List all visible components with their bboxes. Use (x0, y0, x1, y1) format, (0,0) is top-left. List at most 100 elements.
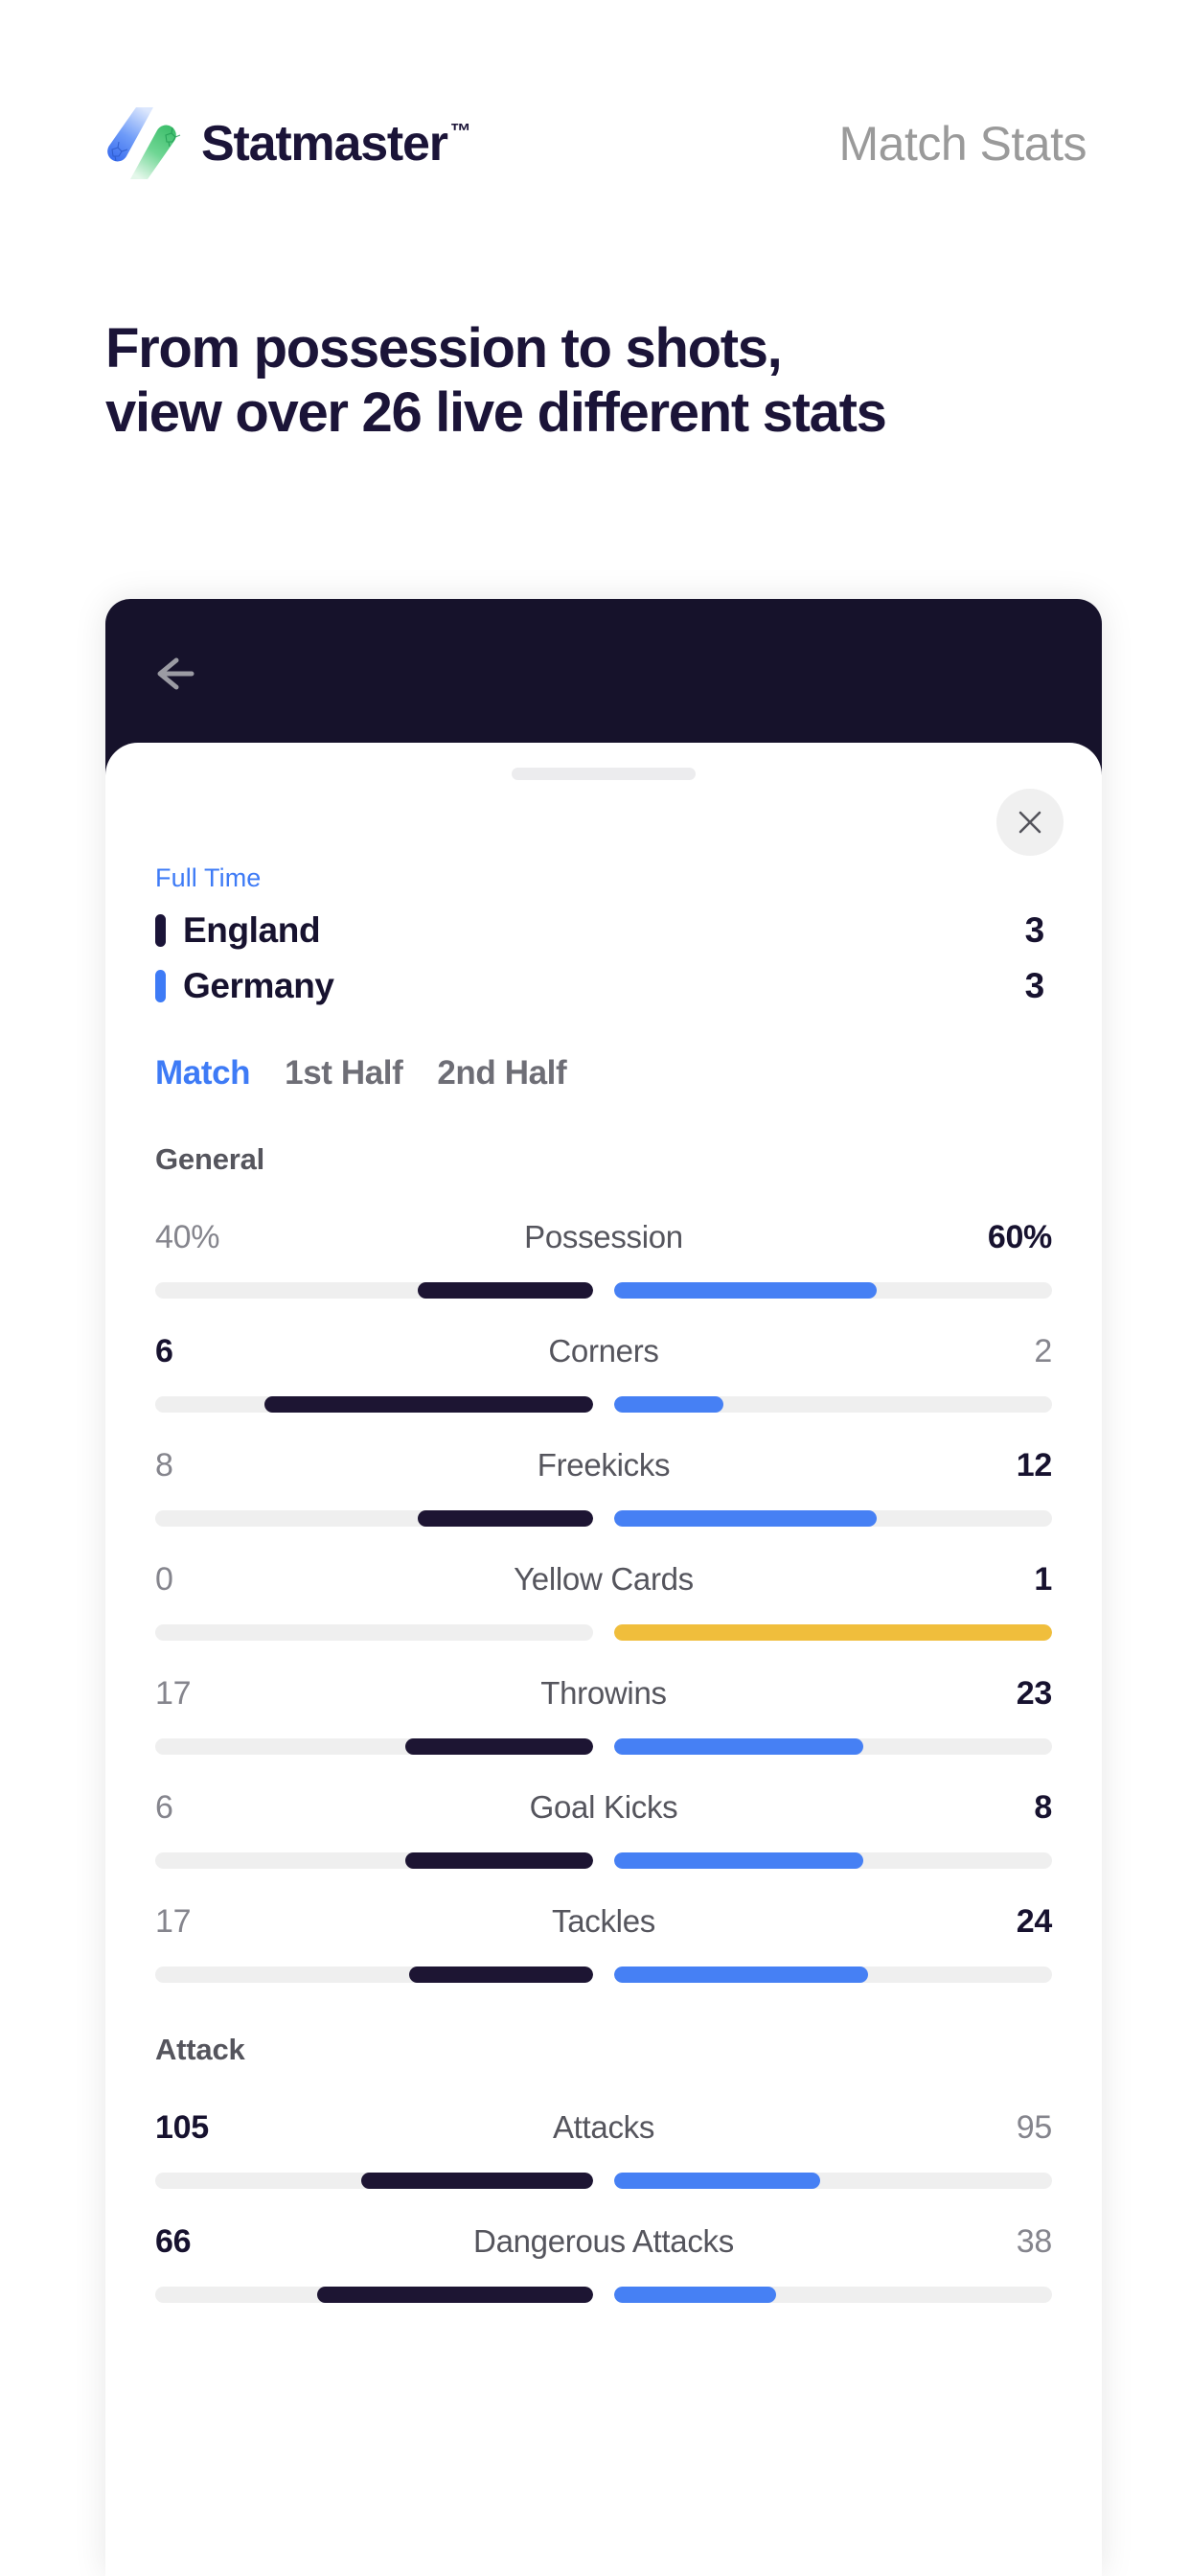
away-bar-track (614, 1396, 1052, 1413)
home-bar-track (155, 1510, 593, 1527)
group-title-attack: Attack (155, 2033, 245, 2066)
stat-away-value: 2 (1034, 1333, 1052, 1369)
stat-label: Corners (548, 1333, 659, 1368)
stat-bars (155, 1738, 1052, 1755)
stat-label: Tackles (552, 1903, 655, 1939)
stat-row: 17 Throwins 23 (155, 1641, 1052, 1755)
stat-away-value: 1 (1034, 1561, 1052, 1598)
top-bar: Statmaster ™ Match Stats (0, 0, 1190, 288)
stat-home-value: 17 (155, 1675, 192, 1712)
trademark-symbol: ™ (449, 119, 471, 143)
stat-header: 6 Goal Kicks 8 (155, 1789, 1052, 1827)
stat-row: 6 Goal Kicks 8 (155, 1755, 1052, 1869)
stat-row: 6 Corners 2 (155, 1299, 1052, 1413)
home-bar-track (155, 1396, 593, 1413)
sheet-drag-handle[interactable] (512, 768, 696, 780)
away-team-color-chip (155, 970, 166, 1002)
stat-away-value: 23 (1016, 1675, 1053, 1712)
match-status: Full Time (155, 863, 262, 892)
stat-header: 17 Tackles 24 (155, 1903, 1052, 1941)
away-bar-fill (614, 1624, 1052, 1641)
stat-bars (155, 1396, 1052, 1413)
headline-line-1: From possession to shots, (105, 317, 783, 380)
sheet-content: Full Time England 3 Germany 3 Match1st (105, 863, 1102, 2303)
stat-home-value: 8 (155, 1447, 173, 1484)
tab-2nd-half[interactable]: 2nd Half (437, 1054, 566, 1092)
stat-header: 6 Corners 2 (155, 1333, 1052, 1370)
group-title-general: General (155, 1142, 265, 1176)
back-button[interactable] (153, 653, 207, 695)
stat-row: 66 Dangerous Attacks 38 (155, 2189, 1052, 2303)
away-bar-fill (614, 1510, 878, 1527)
close-icon (1018, 811, 1041, 834)
stat-row: 8 Freekicks 12 (155, 1413, 1052, 1527)
team-row-home: England 3 (155, 903, 1052, 958)
away-bar-fill (614, 1396, 724, 1413)
home-bar-fill (317, 2287, 593, 2303)
stat-row: 40% Possession 60% (155, 1184, 1052, 1299)
away-bar-track (614, 1510, 1052, 1527)
close-sheet-button[interactable] (996, 789, 1064, 856)
stat-home-value: 40% (155, 1219, 220, 1255)
headline-line-2: view over 26 live different stats (105, 381, 887, 445)
stat-label: Yellow Cards (514, 1561, 694, 1597)
statmaster-logo-icon (102, 106, 182, 181)
stat-groups: General 40% Possession 60% 6 Corners 2 8 Freekic… (155, 1142, 1052, 2303)
stat-row: 105 Attacks 95 (155, 2075, 1052, 2189)
home-bar-fill (418, 1510, 593, 1527)
away-bar-fill (614, 1852, 864, 1869)
app-nav-bar (105, 599, 1102, 748)
brand-lockup[interactable]: Statmaster ™ (102, 106, 471, 181)
stat-home-value: 66 (155, 2223, 192, 2260)
stat-home-value: 17 (155, 1903, 192, 1940)
away-team-score: 3 (1024, 966, 1045, 1005)
stat-away-value: 24 (1016, 1903, 1053, 1940)
away-bar-track (614, 1624, 1052, 1641)
away-bar-track (614, 2173, 1052, 2189)
away-bar-fill (614, 1738, 864, 1755)
stat-label: Throwins (540, 1675, 667, 1711)
phone-mockup: Full Time England 3 Germany 3 Match1st (105, 599, 1102, 2576)
home-team-score: 3 (1024, 910, 1045, 950)
away-bar-track (614, 2287, 1052, 2303)
stat-label: Possession (524, 1219, 683, 1254)
home-bar-track (155, 1624, 593, 1641)
page-label: Match Stats (838, 117, 1087, 171)
stat-label: Dangerous Attacks (473, 2223, 734, 2259)
stat-label: Goal Kicks (529, 1789, 678, 1825)
stat-away-value: 8 (1034, 1789, 1052, 1826)
team-row-away: Germany 3 (155, 958, 1052, 1014)
away-bar-fill (614, 1966, 869, 1983)
stat-row: 0 Yellow Cards 1 (155, 1527, 1052, 1641)
stat-header: 105 Attacks 95 (155, 2109, 1052, 2147)
period-tabs: Match 1st Half 2nd Half (155, 1054, 1052, 1092)
home-bar-track (155, 1852, 593, 1869)
stat-bars (155, 2173, 1052, 2189)
stat-header: 17 Throwins 23 (155, 1675, 1052, 1713)
page-title: From possession to shots, view over 26 l… (105, 316, 1121, 446)
stat-away-value: 38 (1016, 2223, 1053, 2260)
home-bar-fill (264, 1396, 593, 1413)
away-team-name: Germany (183, 966, 334, 1005)
home-bar-fill (418, 1282, 593, 1299)
stat-bars (155, 1510, 1052, 1527)
stat-away-value: 12 (1016, 1447, 1053, 1484)
away-bar-fill (614, 2173, 820, 2189)
stat-away-value: 95 (1016, 2109, 1053, 2146)
home-bar-fill (404, 1852, 593, 1869)
home-team-name: England (183, 910, 321, 950)
home-bar-track (155, 1282, 593, 1299)
stat-bars (155, 1852, 1052, 1869)
tab-match[interactable]: Match (155, 1054, 251, 1092)
home-bar-fill (404, 1738, 593, 1755)
stat-bars (155, 1282, 1052, 1299)
stat-home-value: 0 (155, 1561, 173, 1598)
brand-name: Statmaster (201, 116, 448, 172)
stat-header: 66 Dangerous Attacks 38 (155, 2223, 1052, 2261)
home-team-color-chip (155, 914, 166, 947)
stat-away-value: 60% (987, 1219, 1052, 1255)
brand-wordmark: Statmaster ™ (201, 119, 471, 169)
stat-bars (155, 1624, 1052, 1641)
tab-1st-half[interactable]: 1st Half (285, 1054, 403, 1092)
away-bar-track (614, 1282, 1052, 1299)
